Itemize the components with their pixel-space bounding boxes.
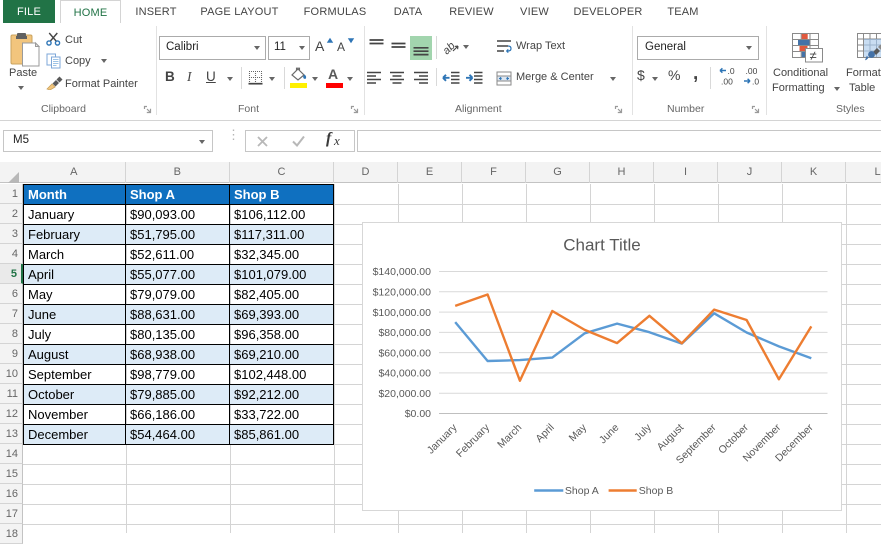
svg-text:.0: .0 <box>728 67 735 76</box>
svg-text:$100,000.00: $100,000.00 <box>372 306 431 318</box>
svg-text:$0.00: $0.00 <box>404 408 430 420</box>
svg-text:≠: ≠ <box>810 48 817 63</box>
svg-text:$20,000.00: $20,000.00 <box>378 387 431 399</box>
svg-text:.00: .00 <box>721 77 733 87</box>
svg-text:Shop B: Shop B <box>638 485 672 497</box>
svg-text:.0: .0 <box>752 77 759 87</box>
svg-text:Shop A: Shop A <box>564 485 598 497</box>
svg-text:$120,000.00: $120,000.00 <box>372 286 431 298</box>
svg-text:Chart Title: Chart Title <box>563 235 640 254</box>
svg-text:$80,000.00: $80,000.00 <box>378 327 431 339</box>
svg-text:$60,000.00: $60,000.00 <box>378 347 431 359</box>
svg-text:$140,000.00: $140,000.00 <box>372 266 431 278</box>
svg-text:.00: .00 <box>746 67 758 76</box>
svg-text:$40,000.00: $40,000.00 <box>378 367 431 379</box>
